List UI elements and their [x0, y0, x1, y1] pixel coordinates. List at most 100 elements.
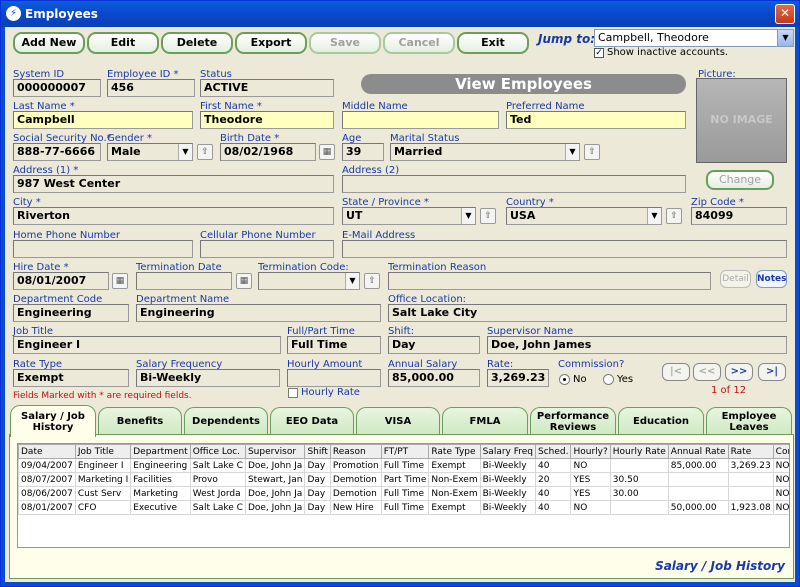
- first-name-field[interactable]: Theodore: [200, 111, 334, 129]
- column-header[interactable]: Department: [130, 444, 191, 459]
- tab-fmla[interactable]: FMLA: [442, 407, 528, 435]
- cancel-button[interactable]: Cancel: [383, 32, 455, 54]
- marital-status-select[interactable]: Married ▼: [390, 143, 580, 161]
- ssn-field[interactable]: 888-77-6666: [13, 143, 101, 161]
- calendar-icon[interactable]: ▦: [236, 273, 252, 289]
- calendar-icon[interactable]: ▦: [112, 273, 128, 289]
- tab-education[interactable]: Education: [618, 407, 704, 435]
- close-button[interactable]: ✕: [775, 4, 795, 24]
- detail-button[interactable]: Detail: [720, 270, 751, 288]
- termination-date-field[interactable]: [136, 272, 232, 290]
- tab-employee-leaves[interactable]: Employee Leaves: [706, 407, 792, 435]
- supervisor-name-field[interactable]: Doe, John James: [487, 336, 787, 354]
- notes-button[interactable]: Notes: [756, 270, 787, 288]
- gender-select[interactable]: Male ▼: [107, 143, 193, 161]
- country-select[interactable]: USA ▼: [506, 207, 662, 225]
- state-select[interactable]: UT ▼: [342, 207, 476, 225]
- city-field[interactable]: Riverton: [13, 207, 334, 225]
- chevron-down-icon[interactable]: ▼: [647, 208, 661, 224]
- annual-salary-field[interactable]: 85,000.00: [388, 369, 480, 387]
- commission-no-radio[interactable]: [559, 374, 570, 385]
- tab-benefits[interactable]: Benefits: [98, 407, 182, 435]
- rate-field[interactable]: 3,269.23: [487, 369, 549, 387]
- hourly-rate-checkbox[interactable]: [288, 388, 298, 398]
- hire-date-field[interactable]: 08/01/2007: [13, 272, 109, 290]
- lookup-icon[interactable]: ⇧: [364, 273, 380, 289]
- column-header[interactable]: Salary Freq: [479, 444, 537, 459]
- show-inactive-checkbox[interactable]: ✓: [594, 48, 604, 58]
- email-field[interactable]: [342, 240, 787, 258]
- calendar-icon[interactable]: ▦: [319, 144, 335, 160]
- job-title-field[interactable]: Engineer I: [13, 336, 281, 354]
- last-record-button[interactable]: >|: [758, 363, 786, 381]
- column-header[interactable]: Shift: [304, 444, 331, 459]
- first-record-button[interactable]: |<: [662, 363, 690, 381]
- table-row[interactable]: 08/07/2007 Marketing I Facilities Provo Stew…: [18, 472, 789, 487]
- department-name-field[interactable]: Engineering: [136, 304, 381, 322]
- chevron-down-icon[interactable]: ▼: [345, 273, 359, 289]
- termination-code-select[interactable]: ▼: [258, 272, 360, 290]
- address2-field[interactable]: [342, 175, 686, 193]
- birth-date-field[interactable]: 08/02/1968: [220, 143, 316, 161]
- next-record-button[interactable]: >>: [725, 363, 753, 381]
- previous-record-button[interactable]: <<: [693, 363, 721, 381]
- column-header[interactable]: Job Title: [74, 444, 132, 459]
- lookup-icon[interactable]: ⇧: [666, 208, 682, 224]
- cell-phone-field[interactable]: [200, 240, 334, 258]
- preferred-name-field[interactable]: Ted: [506, 111, 686, 129]
- chevron-down-icon[interactable]: ▼: [565, 144, 579, 160]
- delete-button[interactable]: Delete: [161, 32, 233, 54]
- tab-performance-reviews[interactable]: Performance Reviews: [530, 407, 616, 435]
- hourly-amount-field[interactable]: [287, 369, 381, 387]
- column-header[interactable]: FT/PT: [380, 444, 430, 459]
- exit-button[interactable]: Exit: [457, 32, 529, 54]
- address1-field[interactable]: 987 West Center: [13, 175, 334, 193]
- column-header[interactable]: Hourly Rate: [609, 444, 669, 459]
- salary-frequency-field[interactable]: Bi-Weekly: [136, 369, 280, 387]
- middle-name-field[interactable]: [342, 111, 499, 129]
- column-header[interactable]: Date: [18, 444, 76, 459]
- full-part-time-field[interactable]: Full Time: [287, 336, 381, 354]
- column-header[interactable]: Supervisor: [244, 444, 306, 459]
- tab-dependents[interactable]: Dependents: [184, 407, 268, 435]
- chevron-down-icon[interactable]: ▼: [777, 30, 793, 46]
- table-row[interactable]: 08/01/2007 CFO Executive Salt Lake C Doe, Jo…: [18, 500, 789, 515]
- lookup-icon[interactable]: ⇧: [480, 208, 496, 224]
- column-header[interactable]: Office Loc.: [189, 444, 246, 459]
- column-header[interactable]: Reason: [329, 444, 382, 459]
- column-header[interactable]: Rate Type: [428, 444, 481, 459]
- column-header[interactable]: Annual Rate: [667, 444, 729, 459]
- tab-eeo-data[interactable]: EEO Data: [270, 407, 354, 435]
- tab-visa[interactable]: VISA: [356, 407, 440, 435]
- home-phone-field[interactable]: [13, 240, 193, 258]
- column-header[interactable]: Rate: [727, 444, 774, 459]
- shift-field[interactable]: Day: [388, 336, 480, 354]
- termination-reason-field[interactable]: [388, 272, 711, 290]
- add-new-button[interactable]: Add New: [13, 32, 85, 54]
- edit-button[interactable]: Edit: [87, 32, 159, 54]
- tab-salary-job-history[interactable]: Salary / Job History: [10, 405, 96, 437]
- last-name-field[interactable]: Campbell: [13, 111, 193, 129]
- salary-history-grid[interactable]: Date Job Title Department Office Loc. Superv…: [17, 443, 790, 548]
- title-bar[interactable]: ⚡ Employees ✕: [1, 1, 799, 27]
- office-location-field[interactable]: Salt Lake City: [388, 304, 787, 322]
- commission-yes-radio[interactable]: [603, 374, 614, 385]
- column-header[interactable]: Hourly?: [570, 444, 611, 459]
- chevron-down-icon[interactable]: ▼: [178, 144, 192, 160]
- column-header[interactable]: Sched.: [534, 444, 572, 459]
- change-picture-button[interactable]: Change: [706, 170, 774, 190]
- employee-id-field[interactable]: 456: [107, 79, 195, 97]
- lookup-icon[interactable]: ⇧: [584, 144, 600, 160]
- chevron-down-icon[interactable]: ▼: [461, 208, 475, 224]
- department-code-field[interactable]: Engineering: [13, 304, 129, 322]
- rate-type-field[interactable]: Exempt: [13, 369, 129, 387]
- zip-code-field[interactable]: 84099: [691, 207, 787, 225]
- save-button[interactable]: Save: [309, 32, 381, 54]
- table-cell: YES: [570, 486, 611, 501]
- table-row[interactable]: 08/06/2007 Cust Serv Marketing West Jorda Do…: [18, 486, 789, 501]
- export-button[interactable]: Export: [235, 32, 307, 54]
- table-row[interactable]: 09/04/2007 Engineer I Engineering Salt Lake…: [18, 458, 789, 473]
- lookup-icon[interactable]: ⇧: [197, 144, 213, 160]
- jump-to-select[interactable]: Campbell, Theodore ▼: [594, 29, 794, 47]
- column-header[interactable]: Comm?: [772, 444, 789, 459]
